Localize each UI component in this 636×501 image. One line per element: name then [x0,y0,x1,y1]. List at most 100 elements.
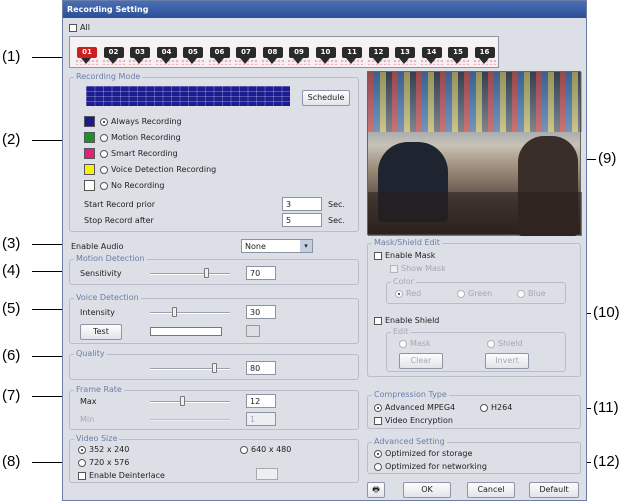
max-slider-thumb[interactable] [180,396,185,406]
clear-button[interactable]: Clear [399,353,443,369]
max-value[interactable]: 12 [246,394,276,408]
all-checkbox-label: All [80,23,90,32]
camera-16[interactable]: 16 [472,44,497,65]
color-green[interactable]: Green [457,289,492,298]
mask-shield-group: Mask/Shield Edit Enable Mask Show Mask C… [367,238,581,377]
deinterlace-checkbox[interactable]: Enable Deinterlace [78,471,165,480]
radio-storage[interactable] [374,449,382,458]
radio-blue[interactable] [517,289,525,298]
recording-mode-option[interactable]: Motion Recording [100,133,181,142]
audio-select[interactable]: None ▾ [241,239,313,253]
enable-mask-checkbox[interactable]: Enable Mask [374,251,435,260]
recording-mode-option[interactable]: Always Recording [100,117,182,126]
radio-green[interactable] [457,289,465,298]
start-record-input[interactable]: 3 [282,197,322,211]
video-size-352[interactable]: 352 x 240 [78,445,129,454]
radio-720[interactable] [78,458,86,467]
camera-03[interactable]: 03 [128,44,152,65]
radio-h264[interactable] [480,403,488,412]
camera-icon: 16 [474,47,495,58]
radio-edit-mask[interactable] [399,339,407,348]
camera-05[interactable]: 05 [181,44,205,65]
camera-02[interactable]: 02 [101,44,126,65]
all-checkbox-box[interactable] [69,23,77,32]
stop-record-input[interactable]: 5 [282,213,322,227]
intensity-slider-thumb[interactable] [172,307,177,317]
chevron-down-icon[interactable]: ▾ [300,240,312,252]
min-slider-track[interactable] [150,419,230,421]
camera-11[interactable]: 11 [340,44,364,65]
recording-mode-option[interactable]: Smart Recording [100,149,178,158]
video-size-720[interactable]: 720 x 576 [78,458,129,467]
intensity-value[interactable]: 30 [246,305,276,319]
video-encryption-box[interactable] [374,416,382,425]
invert-button[interactable]: Invert [485,353,529,369]
voice-detection-legend: Voice Detection [74,293,141,302]
camera-08[interactable]: 08 [260,44,285,65]
enable-shield-box[interactable] [374,316,382,325]
radio-640[interactable] [240,445,248,454]
mode-radio[interactable] [100,133,108,142]
quality-value[interactable]: 80 [246,361,276,375]
radio-352[interactable] [78,445,86,454]
show-mask-checkbox[interactable]: Show Mask [390,264,446,273]
recording-mode-legend: Recording Mode [74,72,143,81]
mode-radio[interactable] [100,165,108,174]
printer-icon[interactable]: 🖶 [367,482,385,498]
show-mask-box[interactable] [390,264,398,273]
cancel-button[interactable]: Cancel [467,482,515,498]
compression-mpeg4[interactable]: Advanced MPEG4 [374,403,455,412]
mode-radio[interactable] [100,181,108,190]
radio-red[interactable] [395,289,403,298]
radio-mpeg4[interactable] [374,403,382,412]
all-checkbox[interactable]: All [69,23,90,32]
camera-10[interactable]: 10 [313,44,338,65]
camera-07[interactable]: 07 [234,44,258,65]
mode-radio[interactable] [100,149,108,158]
recording-mode-option[interactable]: No Recording [100,181,164,190]
video-encryption-checkbox[interactable]: Video Encryption [374,416,453,425]
camera-12[interactable]: 12 [366,44,391,65]
deinterlace-select[interactable] [256,468,278,480]
edit-mask[interactable]: Mask [399,339,431,348]
video-size-352-label: 352 x 240 [89,445,130,454]
camera-14[interactable]: 14 [419,44,444,65]
edit-shield-label: Shield [498,339,523,348]
sensitivity-value[interactable]: 70 [246,266,276,280]
color-red[interactable]: Red [395,289,421,298]
min-value[interactable]: 1 [246,412,276,426]
schedule-bar[interactable] [86,86,290,106]
color-blue[interactable]: Blue [517,289,546,298]
recording-mode-option[interactable]: Voice Detection Recording [100,165,216,174]
compression-h264-label: H264 [491,403,513,412]
test-button[interactable]: Test [80,324,122,340]
deinterlace-box[interactable] [78,471,86,480]
max-slider-track[interactable] [150,401,230,403]
optimize-storage-label: Optimized for storage [385,449,473,458]
video-size-640[interactable]: 640 x 480 [240,445,291,454]
camera-04[interactable]: 04 [154,44,179,65]
ok-button[interactable]: OK [403,482,451,498]
camera-icon: 12 [368,47,389,58]
optimize-storage[interactable]: Optimized for storage [374,449,472,458]
camera-15[interactable]: 15 [446,44,470,65]
sensitivity-slider-track[interactable] [150,273,230,275]
enable-mask-box[interactable] [374,251,382,260]
camera-13[interactable]: 13 [393,44,417,65]
enable-shield-checkbox[interactable]: Enable Shield [374,316,439,325]
camera-06[interactable]: 06 [207,44,232,65]
default-button[interactable]: Default [529,482,579,498]
intensity-slider-track[interactable] [150,312,230,314]
mode-radio[interactable] [100,117,108,126]
compression-h264[interactable]: H264 [480,403,512,412]
camera-09[interactable]: 09 [287,44,311,65]
radio-edit-shield[interactable] [487,339,495,348]
quality-slider-thumb[interactable] [212,363,217,373]
sensitivity-slider-thumb[interactable] [204,268,209,278]
camera-01[interactable]: 01 [75,44,99,65]
optimize-networking[interactable]: Optimized for networking [374,462,487,471]
schedule-button[interactable]: Schedule [302,90,350,106]
radio-networking[interactable] [374,462,382,471]
quality-slider-track[interactable] [150,368,230,370]
edit-shield[interactable]: Shield [487,339,523,348]
